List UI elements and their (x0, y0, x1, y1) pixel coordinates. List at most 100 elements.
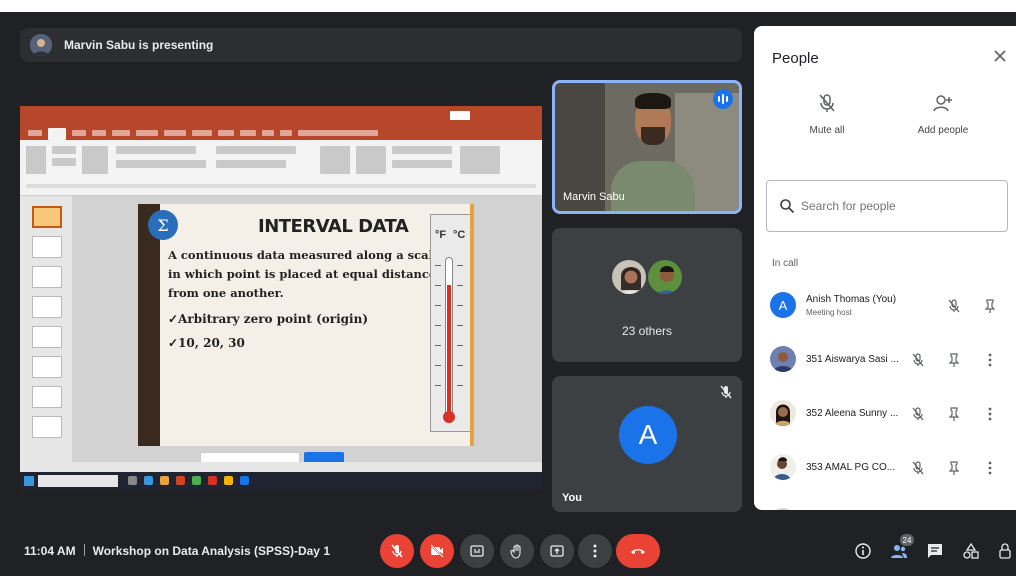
more-icon (593, 544, 597, 558)
end-call-icon (631, 549, 645, 554)
add-person-icon (933, 95, 952, 112)
slide-line-2: in which point is placed at equal distan… (168, 267, 437, 281)
therm-f-label: °F (435, 229, 447, 241)
meet-window: Marvin Sabu is presenting Σ INTERVAL DAT… (0, 12, 1016, 576)
activities-button[interactable] (960, 540, 982, 562)
camera-off-icon (430, 544, 444, 558)
current-slide: Σ INTERVAL DATA A continuous data measur… (138, 204, 474, 446)
participant-avatar: A (770, 292, 796, 318)
mute-all-button[interactable]: Mute all (782, 92, 872, 136)
add-people-button[interactable]: Add people (898, 92, 988, 136)
presenter-avatar (30, 34, 52, 56)
ppt-ribbon (20, 140, 542, 196)
participant-name: 353 AMAL PG CO... (806, 462, 896, 473)
thermometer-image: °F °C (430, 214, 472, 432)
pin-icon[interactable] (982, 298, 998, 314)
meeting-title: Workshop on Data Analysis (SPSS)-Day 1 (92, 544, 330, 558)
shared-screen: Σ INTERVAL DATA A continuous data measur… (20, 106, 542, 490)
mic-off-icon (948, 299, 960, 313)
participant-row[interactable]: 351 Aiswarya Sasi ... (754, 336, 1016, 386)
mic-off-icon (819, 94, 835, 112)
participant-row[interactable] (754, 498, 1016, 510)
slide-line-3: from one another. (168, 286, 284, 300)
participant-avatar (770, 508, 796, 510)
people-count-badge: 24 (900, 534, 914, 546)
captions-button[interactable] (460, 534, 494, 568)
ppt-canvas: Σ INTERVAL DATA A continuous data measur… (72, 196, 542, 462)
more-icon[interactable] (982, 460, 998, 476)
mic-off-icon[interactable] (910, 352, 926, 368)
people-search-box[interactable] (766, 180, 1008, 232)
mic-off-icon[interactable] (910, 406, 926, 422)
host-controls-icon (999, 543, 1011, 559)
more-icon[interactable] (982, 406, 998, 422)
sigma-logo-icon: Σ (148, 210, 178, 240)
others-tile[interactable]: 23 others (552, 228, 742, 362)
pin-icon[interactable] (946, 406, 962, 422)
more-icon[interactable] (982, 352, 998, 368)
slide-thumbnails (20, 196, 72, 462)
search-icon (780, 199, 795, 214)
mic-toggle-button[interactable] (380, 534, 414, 568)
host-controls-button[interactable] (994, 540, 1016, 562)
mic-off-icon (391, 544, 403, 558)
raise-hand-icon (510, 544, 521, 559)
chat-icon (928, 544, 942, 558)
presenting-banner: Marvin Sabu is presenting (20, 28, 742, 62)
participant-avatar (610, 258, 648, 296)
in-call-heading: In call (772, 258, 799, 269)
slide-bullet-1: ✓Arbitrary zero point (origin) (168, 312, 369, 326)
meeting-details-button[interactable] (852, 540, 874, 562)
more-options-button[interactable] (578, 534, 612, 568)
ppt-signin-button (450, 111, 470, 120)
slide-heading: INTERVAL DATA (258, 216, 409, 237)
people-panel-title: People (772, 50, 819, 67)
slide-line-1: A continuous data measured along a scale… (168, 248, 445, 262)
captions-icon (470, 545, 484, 557)
mute-all-label: Mute all (809, 125, 845, 136)
speaking-indicator-icon (713, 89, 733, 109)
participant-avatar (646, 258, 684, 296)
presenting-text: Marvin Sabu is presenting (64, 38, 214, 52)
participant-row[interactable]: 353 AMAL PG CO... (754, 444, 1016, 494)
camera-toggle-button[interactable] (420, 534, 454, 568)
meeting-details: 11:04 AM Workshop on Data Analysis (SPSS)… (24, 544, 330, 558)
participant-avatar (770, 454, 796, 480)
ppt-titlebar (20, 106, 542, 126)
participant-avatar (770, 400, 796, 426)
pin-icon[interactable] (946, 352, 962, 368)
close-icon[interactable] (990, 46, 1010, 66)
chat-button[interactable] (924, 540, 946, 562)
participant-row[interactable]: 352 Aleena Sunny ... (754, 390, 1016, 440)
leave-call-button[interactable] (616, 534, 660, 568)
control-bar: 11:04 AM Workshop on Data Analysis (SPSS)… (0, 514, 1016, 576)
participant-name: Anish Thomas (You) (806, 294, 897, 305)
info-icon (855, 543, 871, 559)
raise-hand-button[interactable] (500, 534, 534, 568)
ppt-ribbon-tabs (20, 126, 542, 140)
add-people-label: Add people (917, 125, 969, 136)
present-icon (550, 545, 564, 557)
windows-taskbar (20, 472, 542, 490)
participant-name: 352 Aleena Sunny ... (806, 408, 899, 419)
activities-icon (963, 542, 979, 559)
mic-off-icon (720, 385, 732, 399)
presenter-name: Marvin Sabu (563, 191, 625, 203)
pin-icon[interactable] (946, 460, 962, 476)
people-button[interactable]: 24 (888, 534, 914, 562)
participant-avatar (770, 346, 796, 372)
participant-name: 351 Aiswarya Sasi ... (806, 354, 899, 365)
ppt-statusbar (20, 462, 542, 472)
people-panel: People Mute all Add people Search for pe… (754, 26, 1016, 510)
self-label: You (562, 492, 582, 504)
search-input[interactable] (801, 195, 991, 217)
slide-bullet-2: ✓10, 20, 30 (168, 336, 245, 350)
presenter-video-tile[interactable]: Marvin Sabu (552, 80, 742, 214)
current-time: 11:04 AM (24, 544, 76, 558)
participant-row[interactable]: A Anish Thomas (You) Meeting host (754, 282, 1016, 332)
mic-off-icon[interactable] (910, 460, 926, 476)
self-video-tile[interactable]: A You (552, 376, 742, 512)
participant-role: Meeting host (806, 308, 852, 317)
therm-c-label: °C (453, 229, 466, 241)
present-now-button[interactable] (540, 534, 574, 568)
